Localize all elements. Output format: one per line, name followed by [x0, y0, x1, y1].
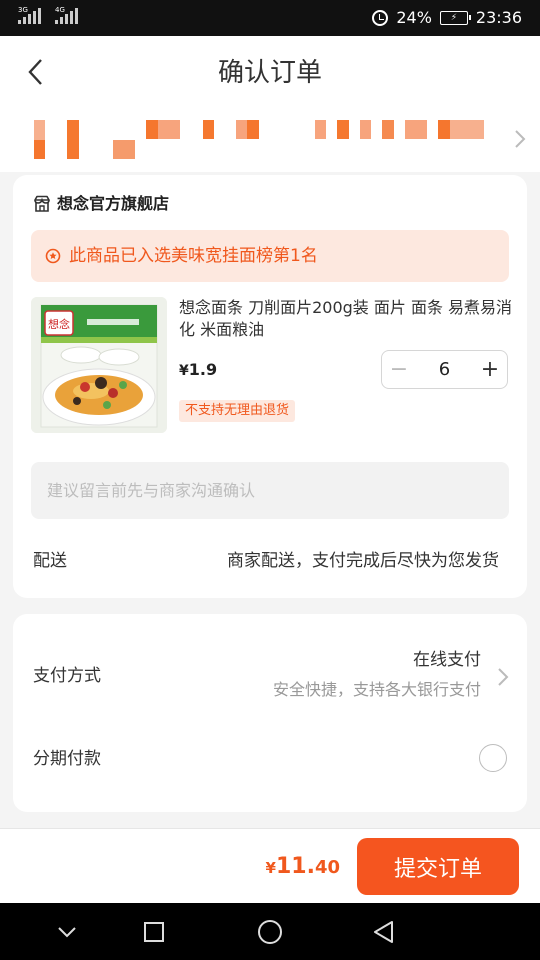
product-price: ¥1.9: [179, 360, 217, 379]
rank-banner: 此商品已入选美味宽挂面榜第1名: [31, 230, 509, 282]
payment-method-row[interactable]: 支付方式 在线支付 安全快捷，支持各大银行支付: [13, 614, 527, 724]
quantity-stepper: − 6 +: [381, 350, 508, 389]
shop-header[interactable]: 想念官方旗舰店: [33, 193, 169, 215]
installment-radio[interactable]: [479, 744, 507, 772]
currency-symbol: ¥: [265, 859, 276, 877]
installment-label: 分期付款: [33, 749, 101, 769]
home-button[interactable]: [255, 917, 285, 947]
store-icon: [34, 195, 50, 212]
hide-keyboard-button[interactable]: [52, 917, 82, 947]
recents-button[interactable]: [139, 917, 169, 947]
rank-text: 此商品已入选美味宽挂面榜第1名: [69, 246, 318, 266]
payment-method-label: 支付方式: [33, 666, 101, 686]
checkout-bar: ¥11.40 提交订单: [0, 828, 540, 903]
increase-button[interactable]: +: [473, 351, 507, 388]
product-title[interactable]: 想念面条 刀削面片200g装 面片 面条 易煮易消化 米面粮油: [179, 297, 515, 341]
remark-input[interactable]: [31, 462, 509, 519]
submit-order-button[interactable]: 提交订单: [357, 838, 519, 895]
status-bar: 3G 4G 24% ⚡ 23:36: [0, 0, 540, 36]
payment-card: 支付方式 在线支付 安全快捷，支持各大银行支付 分期付款: [13, 614, 527, 812]
back-nav-button[interactable]: [369, 917, 399, 947]
clock: 23:36: [475, 8, 522, 27]
payment-method-desc: 安全快捷，支持各大银行支付: [272, 680, 481, 699]
shipping-value: 商家配送，支付完成后尽快为您发货: [227, 551, 499, 571]
battery-icon: ⚡: [439, 11, 471, 25]
network-type-label: 3G: [18, 6, 28, 14]
network-type-label: 4G: [55, 6, 65, 14]
shipping-label: 配送: [33, 551, 67, 571]
triangle-back-icon: [374, 921, 393, 943]
circle-icon: [258, 920, 282, 944]
system-nav-bar: [0, 903, 540, 960]
award-icon: [45, 248, 61, 264]
order-card: 想念官方旗舰店 此商品已入选美味宽挂面榜第1名 想念 想念面条 刀削面片200g…: [13, 175, 527, 598]
no-return-tag: 不支持无理由退货: [179, 400, 296, 422]
total-integer: 11.: [275, 854, 315, 879]
package-brand: 想念: [48, 317, 70, 331]
alarm-icon: [372, 10, 389, 26]
product-image[interactable]: 想念: [31, 297, 167, 433]
square-icon: [144, 922, 164, 942]
chevron-right-icon: [515, 130, 526, 148]
chevron-right-icon: [498, 668, 509, 686]
quantity-value[interactable]: 6: [416, 359, 473, 380]
signal-icon: 4G: [55, 6, 78, 24]
total-price: ¥11.40: [266, 853, 340, 882]
payment-method-value: 在线支付: [413, 650, 481, 670]
total-decimal: 40: [314, 857, 340, 878]
decrease-button[interactable]: −: [382, 351, 416, 388]
chevron-down-icon: [58, 927, 76, 938]
battery-percent: 24%: [396, 8, 432, 27]
page-title: 确认订单: [217, 58, 322, 88]
price-value: 1.9: [188, 360, 218, 379]
currency-symbol: ¥: [179, 363, 189, 379]
signal-icon: 3G: [18, 6, 41, 24]
address-bar[interactable]: [0, 108, 540, 172]
header: 确认订单: [0, 36, 540, 108]
shop-name: 想念官方旗舰店: [57, 194, 170, 213]
